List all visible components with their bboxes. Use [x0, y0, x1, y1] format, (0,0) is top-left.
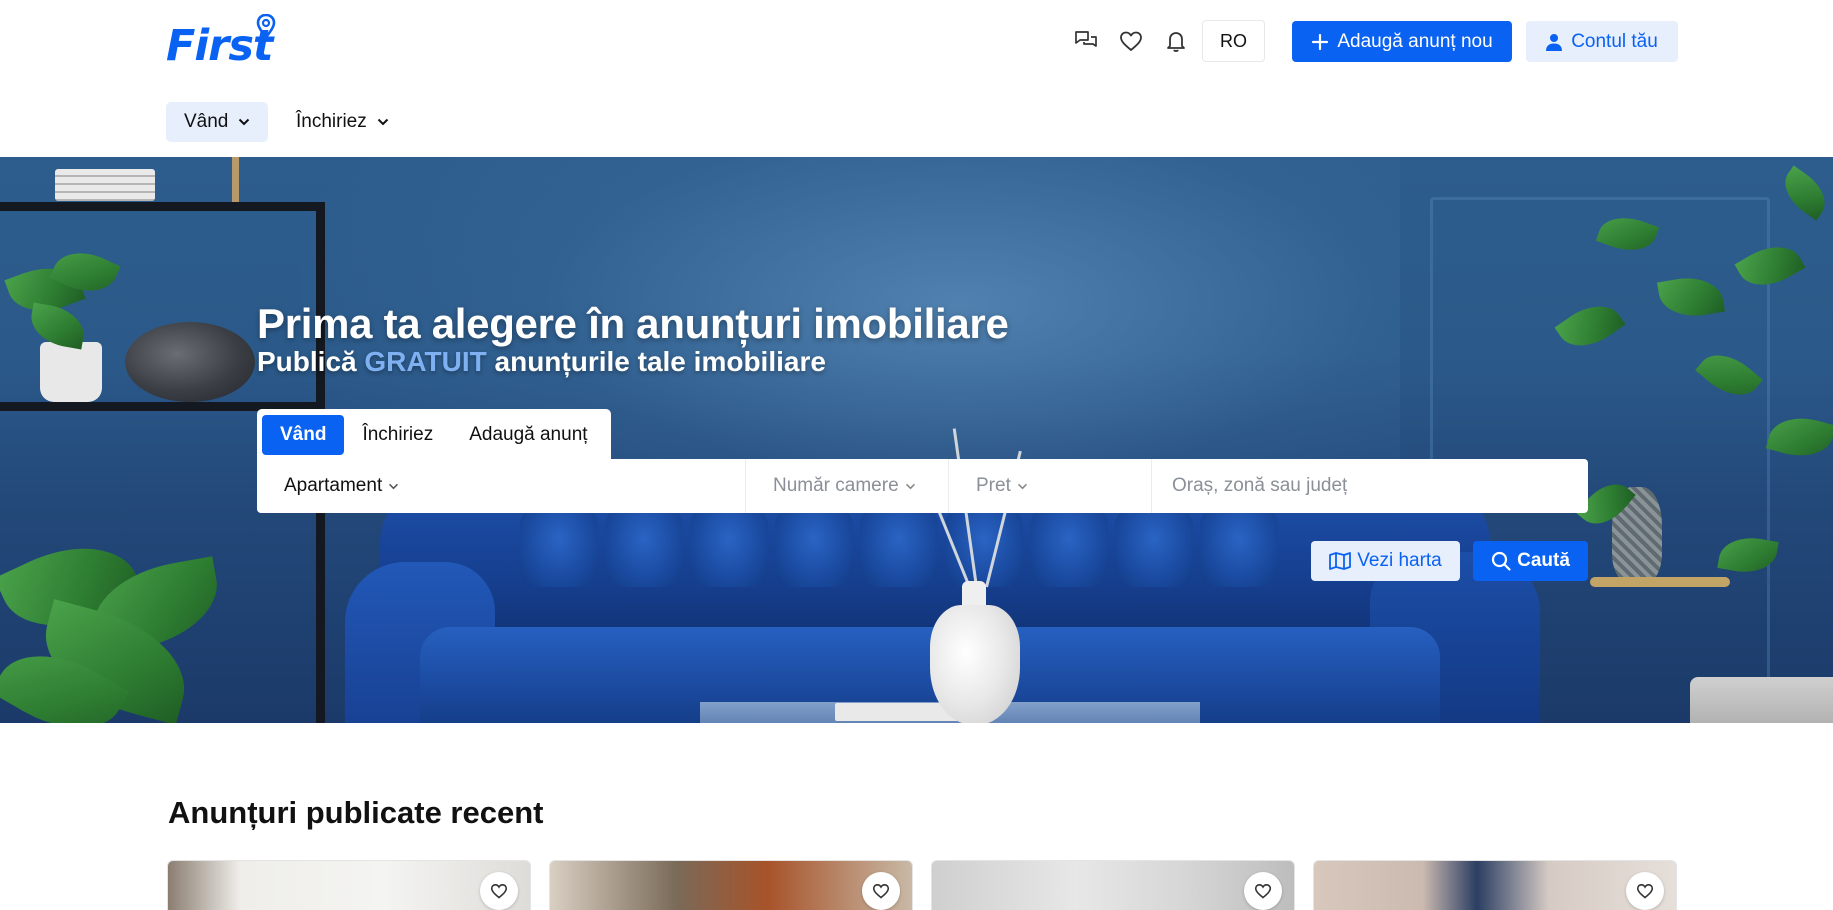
add-listing-button[interactable]: Adaugă anunț nou: [1292, 21, 1512, 62]
search-button[interactable]: Caută: [1473, 541, 1588, 581]
search-label: Caută: [1517, 550, 1570, 571]
plant-leaf: [1765, 409, 1833, 465]
hero-subtitle-end: anunțurile tale imobiliare: [494, 346, 826, 377]
sofa-tuft: [1115, 507, 1193, 587]
plus-icon: [1312, 33, 1329, 50]
search-bar: Apartament Număr camere Pret Oraș, zonă …: [257, 459, 1588, 513]
listing-card[interactable]: [931, 860, 1295, 910]
tab-add-listing[interactable]: Adaugă anunț: [451, 415, 605, 455]
vase-decor: [125, 322, 255, 402]
account-button[interactable]: Contul tău: [1526, 21, 1678, 62]
user-icon: [1546, 33, 1563, 51]
plant-pot-decor: [40, 342, 102, 402]
shelf-board: [0, 202, 325, 211]
price-select[interactable]: Pret: [949, 459, 1152, 513]
sofa-tuft: [1030, 507, 1108, 587]
nav-rent-label: Închiriez: [296, 111, 367, 132]
view-map-button[interactable]: Vezi harta: [1311, 541, 1460, 581]
account-label: Contul tău: [1571, 30, 1658, 52]
sofa-tuft: [690, 507, 768, 587]
rooms-placeholder: Număr camere: [773, 475, 899, 496]
location-input[interactable]: Oraș, zonă sau județ: [1152, 459, 1588, 513]
chat-icon[interactable]: [1069, 24, 1103, 58]
tab-rent[interactable]: Închiriez: [344, 415, 451, 455]
hero-subtitle-highlight: GRATUIT: [364, 346, 487, 377]
map-icon: [1329, 552, 1352, 570]
sofa-tuft: [605, 507, 683, 587]
chevron-down-icon: [239, 118, 250, 126]
white-vase-decor: [930, 605, 1020, 723]
plant-leaf: [1775, 165, 1833, 221]
property-type-select[interactable]: Apartament: [257, 459, 746, 513]
sofa-tuft: [520, 507, 598, 587]
sofa-tuft: [860, 507, 938, 587]
tab-sell[interactable]: Vând: [262, 414, 345, 455]
nav-item-rent[interactable]: Închiriez: [278, 102, 407, 142]
heart-icon[interactable]: [1114, 24, 1148, 58]
side-table-decor: [1590, 577, 1730, 587]
hero-subtitle: Publică GRATUIT anunțurile tale imobilia…: [257, 346, 826, 378]
listing-card[interactable]: [1313, 860, 1677, 910]
location-pin-icon: [256, 14, 276, 38]
search-icon: [1491, 551, 1511, 571]
nav-item-sell[interactable]: Vând: [166, 102, 269, 142]
search-tabs: Vând Închiriez Adaugă anunț: [257, 409, 611, 460]
property-type-value: Apartament: [284, 475, 383, 496]
listing-card[interactable]: [167, 860, 531, 910]
recent-listings-title: Anunțuri publicate recent: [168, 795, 544, 830]
top-header: First RO Adaugă anunț nou Contul tău Vân…: [0, 0, 1833, 142]
favorite-heart-icon[interactable]: [1244, 872, 1282, 910]
nav-sell-label: Vând: [184, 111, 229, 132]
bell-icon[interactable]: [1159, 24, 1193, 58]
view-map-label: Vezi harta: [1357, 550, 1442, 571]
chevron-down-icon: [389, 483, 399, 489]
location-placeholder: Oraș, zonă sau județ: [1172, 475, 1348, 496]
language-selector[interactable]: RO: [1202, 20, 1265, 62]
hero-subtitle-start: Publică: [257, 346, 357, 377]
listing-card[interactable]: [549, 860, 913, 910]
favorite-heart-icon[interactable]: [480, 872, 518, 910]
price-placeholder: Pret: [976, 475, 1011, 496]
chevron-down-icon: [1017, 483, 1027, 489]
favorite-heart-icon[interactable]: [862, 872, 900, 910]
lamp-decor: [232, 157, 239, 202]
sofa-tuft: [775, 507, 853, 587]
add-listing-label: Adaugă anunț nou: [1337, 30, 1493, 52]
favorite-heart-icon[interactable]: [1626, 872, 1664, 910]
plant-pot-decor: [1690, 677, 1833, 723]
sofa-tuft: [945, 507, 1023, 587]
chevron-down-icon: [377, 118, 388, 126]
hero-title: Prima ta alegere în anunțuri imobiliare: [257, 300, 1009, 347]
sofa-tuft: [1200, 507, 1278, 587]
rooms-select[interactable]: Număr camere: [746, 459, 949, 513]
brand-logo[interactable]: First: [166, 14, 286, 68]
books-decor: [55, 169, 155, 201]
chevron-down-icon: [905, 483, 915, 489]
